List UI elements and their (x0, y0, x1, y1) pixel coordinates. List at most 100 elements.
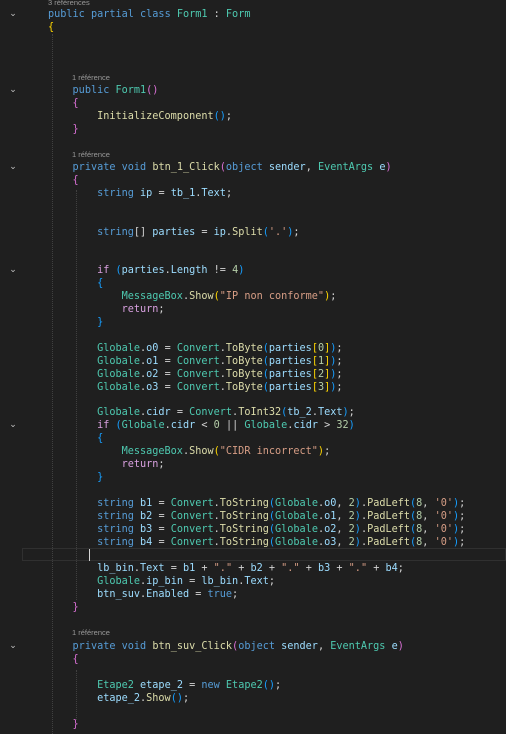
code-token: , (422, 537, 435, 548)
code-line[interactable] (0, 34, 506, 47)
code-line[interactable] (0, 200, 506, 213)
code-line[interactable]: Globale.ip_bin = lb_bin.Text; (0, 575, 506, 588)
code-token: > (317, 420, 337, 431)
code-token: lb_bin (97, 563, 134, 574)
code-token: Convert (170, 524, 214, 535)
code-line[interactable]: } (0, 601, 506, 614)
code-line[interactable] (0, 136, 506, 149)
code-token: etape_2 (97, 693, 141, 704)
code-token: ) (397, 641, 404, 652)
code-token: { (48, 22, 55, 33)
code-line[interactable]: { (0, 277, 506, 290)
code-line[interactable] (0, 329, 506, 342)
code-token: = (158, 369, 177, 380)
code-line[interactable]: string[] parties = ip.Split('.'); (0, 226, 506, 239)
code-line[interactable] (0, 484, 506, 497)
code-token: string (97, 524, 134, 535)
code-token: "." (281, 563, 300, 574)
code-line[interactable] (0, 213, 506, 226)
code-line[interactable]: string b1 = Convert.ToString(Globale.o0,… (0, 497, 506, 510)
code-line[interactable] (0, 549, 506, 562)
code-token: != (207, 265, 233, 276)
code-line[interactable]: Globale.o2 = Convert.ToByte(parties[2]); (0, 368, 506, 381)
code-line[interactable]: public Form1() (0, 84, 506, 97)
code-line[interactable] (0, 239, 506, 252)
code-line[interactable]: string b3 = Convert.ToString(Globale.o2,… (0, 523, 506, 536)
code-token: [] (133, 227, 153, 238)
code-line[interactable]: { (0, 174, 506, 187)
codelens-references[interactable]: 1 référence (72, 73, 110, 83)
code-line[interactable] (0, 614, 506, 627)
code-token: () (262, 680, 276, 691)
code-line[interactable]: if (Globale.cidr < 0 || Globale.cidr > 3… (0, 419, 506, 432)
code-line[interactable] (0, 666, 506, 679)
code-line[interactable]: return; (0, 458, 506, 471)
code-line[interactable]: if (parties.Length != 4) (0, 264, 506, 277)
code-line[interactable]: Etape2 etape_2 = new Etape2(); (0, 679, 506, 692)
code-token: Text (317, 407, 343, 418)
code-token: ; (348, 407, 355, 418)
code-editor[interactable]: 3 références 1 référence 1 référence 1 r… (0, 0, 506, 734)
code-line[interactable]: } (0, 471, 506, 484)
code-token: ToString (219, 498, 269, 509)
codelens-references[interactable]: 3 références (48, 0, 90, 8)
code-token: Globale (244, 420, 288, 431)
code-line[interactable] (0, 627, 506, 640)
code-line[interactable]: } (0, 718, 506, 731)
code-line[interactable]: InitializeComponent(); (0, 110, 506, 123)
code-text: { (48, 21, 54, 34)
code-line[interactable] (0, 705, 506, 718)
code-token: Text (140, 563, 165, 574)
code-token: { (97, 278, 104, 289)
code-token: ; (336, 356, 343, 367)
code-token: + (330, 563, 349, 574)
code-line[interactable]: Globale.o1 = Convert.ToByte(parties[1]); (0, 355, 506, 368)
code-token: , (317, 641, 331, 652)
code-line[interactable]: lb_bin.Text = b1 + "." + b2 + "." + b3 +… (0, 562, 506, 575)
code-line[interactable]: } (0, 316, 506, 329)
code-token: InitializeComponent (97, 111, 214, 122)
code-token: Globale (275, 498, 318, 509)
code-line[interactable]: string ip = tb_1.Text; (0, 187, 506, 200)
code-line[interactable]: { (0, 97, 506, 110)
code-line[interactable]: MessageBox.Show("CIDR incorrect"); (0, 445, 506, 458)
code-line[interactable]: private void btn_1_Click(object sender, … (0, 161, 506, 174)
code-line[interactable]: btn_suv.Enabled = true; (0, 588, 506, 601)
code-line[interactable] (0, 47, 506, 60)
code-line[interactable]: { (0, 21, 506, 34)
code-text: public Form1() (48, 84, 159, 97)
code-text: lb_bin.Text = b1 + "." + b2 + "." + b3 +… (48, 562, 404, 575)
code-line[interactable]: { (0, 653, 506, 666)
code-line[interactable]: MessageBox.Show("IP non conforme"); (0, 290, 506, 303)
code-line[interactable]: Globale.cidr = Convert.ToInt32(tb_2.Text… (0, 406, 506, 419)
code-line[interactable]: public partial class Form1 : Form (0, 8, 506, 21)
code-line[interactable]: { (0, 432, 506, 445)
code-text: Globale.o0 = Convert.ToByte(parties[0]); (48, 342, 342, 355)
code-text: { (48, 277, 103, 290)
code-token: < (195, 420, 214, 431)
code-line[interactable]: Globale.o3 = Convert.ToByte(parties[3]); (0, 381, 506, 394)
code-line[interactable]: return; (0, 303, 506, 316)
code-line[interactable]: etape_2.Show(); (0, 692, 506, 705)
code-line[interactable] (0, 60, 506, 73)
code-line[interactable]: } (0, 123, 506, 136)
code-line[interactable]: private void btn_suv_Click(object sender… (0, 640, 506, 653)
code-token: private (72, 162, 116, 173)
code-token: '0' (434, 498, 453, 509)
code-token: b4 (140, 537, 153, 548)
code-line[interactable]: Globale.o0 = Convert.ToByte(parties[0]); (0, 342, 506, 355)
code-token: ; (397, 563, 404, 574)
code-line[interactable]: string b4 = Convert.ToString(Globale.o3,… (0, 536, 506, 549)
code-text: { (48, 653, 79, 666)
code-line[interactable]: string b2 = Convert.ToString(Globale.o1,… (0, 510, 506, 523)
code-token: o1 (324, 511, 337, 522)
